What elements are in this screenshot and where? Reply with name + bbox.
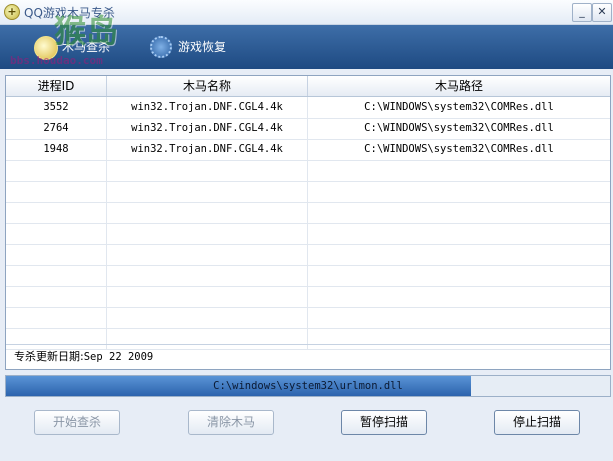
trojan-name-cell xyxy=(107,202,308,223)
update-date-value: Sep 22 2009 xyxy=(83,351,154,363)
trojan-name-cell xyxy=(107,328,308,349)
trojan-name-cell xyxy=(107,160,308,181)
table-body: 3552 win32.Trojan.DNF.CGL4.4k C:\WINDOWS\s… xyxy=(6,97,610,350)
trojan-path-cell xyxy=(308,202,610,223)
watermark-logo: 猴岛 bbs.houdao.com xyxy=(4,2,154,68)
pid-cell xyxy=(6,286,107,307)
remove-trojan-button[interactable]: 清除木马 xyxy=(188,410,274,435)
trojan-path-cell xyxy=(308,328,610,349)
tab-label: 游戏恢复 xyxy=(178,40,227,54)
table-row[interactable]: 1948 win32.Trojan.DNF.CGL4.4k C:\WINDOWS\s… xyxy=(6,139,610,161)
current-scan-file: C:\windows\system32\urlmon.dll xyxy=(213,380,403,392)
pid-cell xyxy=(6,244,107,265)
column-header-trojan-path[interactable]: 木马路径 xyxy=(308,76,610,96)
empty-table-row[interactable] xyxy=(6,286,610,308)
pid-cell xyxy=(6,223,107,244)
watermark-brand: 猴岛 xyxy=(54,12,119,50)
empty-table-row[interactable] xyxy=(6,265,610,287)
divider xyxy=(6,344,610,345)
trojan-name-cell xyxy=(107,286,308,307)
trojan-path-cell: C:\WINDOWS\system32\COMRes.dll xyxy=(364,122,554,134)
watermark-url: bbs.houdao.com xyxy=(10,54,103,67)
empty-table-row[interactable] xyxy=(6,307,610,329)
trojan-path-cell xyxy=(308,244,610,265)
app-window: + QQ游戏木马专杀 _ ✕ 木马查杀 游戏恢复 猴岛 bbs.houdao.c… xyxy=(0,0,613,461)
column-header-pid[interactable]: 进程ID xyxy=(6,76,107,96)
pid-cell: 2764 xyxy=(6,118,107,139)
trojan-name-cell: win32.Trojan.DNF.CGL4.4k xyxy=(107,97,308,118)
trojan-path-cell xyxy=(308,265,610,286)
trojan-path-cell xyxy=(308,181,610,202)
stop-scan-button[interactable]: 停止扫描 xyxy=(494,410,580,435)
pause-scan-button[interactable]: 暂停扫描 xyxy=(341,410,427,435)
start-scan-button[interactable]: 开始查杀 xyxy=(34,410,120,435)
trojan-name-cell xyxy=(107,265,308,286)
trojan-name-cell: win32.Trojan.DNF.CGL4.4k xyxy=(107,139,308,160)
trojan-path-cell xyxy=(308,307,610,328)
pid-cell: 1948 xyxy=(6,139,107,160)
pid-cell xyxy=(6,160,107,181)
update-date-label: 专杀更新日期: xyxy=(14,350,84,363)
pid-cell: 3552 xyxy=(6,97,107,118)
table-row[interactable]: 2764 win32.Trojan.DNF.CGL4.4k C:\WINDOWS\s… xyxy=(6,118,610,140)
trojan-path-cell xyxy=(308,160,610,181)
close-button[interactable]: ✕ xyxy=(592,3,612,22)
trojan-path-cell xyxy=(308,286,610,307)
column-header-trojan-name[interactable]: 木马名称 xyxy=(107,76,308,96)
empty-table-row[interactable] xyxy=(6,160,610,182)
trojan-path-cell: C:\WINDOWS\system32\COMRes.dll xyxy=(364,101,554,113)
trojan-table[interactable]: 进程ID 木马名称 木马路径 3552 win32.Trojan.DNF.CGL4… xyxy=(5,75,611,370)
empty-table-row[interactable] xyxy=(6,181,610,203)
pid-cell xyxy=(6,202,107,223)
table-row[interactable]: 3552 win32.Trojan.DNF.CGL4.4k C:\WINDOWS\s… xyxy=(6,97,610,119)
empty-table-row[interactable] xyxy=(6,244,610,266)
trojan-path-cell: C:\WINDOWS\system32\COMRes.dll xyxy=(364,143,554,155)
pid-cell xyxy=(6,265,107,286)
trojan-path-cell xyxy=(308,223,610,244)
empty-table-row[interactable] xyxy=(6,223,610,245)
update-date-status: 专杀更新日期:Sep 22 2009 xyxy=(14,348,153,366)
trojan-name-cell xyxy=(107,307,308,328)
trojan-name-cell xyxy=(107,223,308,244)
pid-cell xyxy=(6,307,107,328)
trojan-name-cell xyxy=(107,181,308,202)
pid-cell xyxy=(6,181,107,202)
trojan-name-cell: win32.Trojan.DNF.CGL4.4k xyxy=(107,118,308,139)
tab-game-restore[interactable]: 游戏恢复 xyxy=(150,35,250,59)
minimize-button[interactable]: _ xyxy=(572,3,592,22)
pid-cell xyxy=(6,328,107,349)
table-header: 进程ID 木马名称 木马路径 xyxy=(6,76,610,97)
empty-table-row[interactable] xyxy=(6,202,610,224)
trojan-name-cell xyxy=(107,244,308,265)
scan-progress-bar: C:\windows\system32\urlmon.dll xyxy=(5,375,611,397)
empty-table-row[interactable] xyxy=(6,328,610,350)
